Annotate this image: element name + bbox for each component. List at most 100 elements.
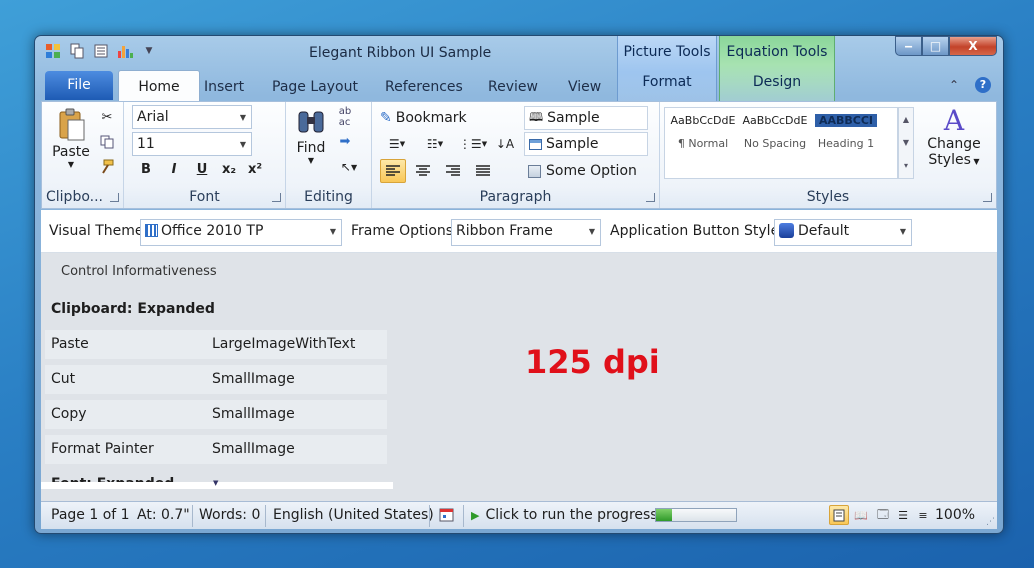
print-layout-view-icon[interactable] xyxy=(829,505,849,525)
paste-button[interactable]: Paste ▼ xyxy=(50,108,92,178)
tab-home[interactable]: Home xyxy=(118,70,200,102)
style-no-spacing[interactable]: AaBbCcDdE No Spacing xyxy=(741,114,809,150)
font-family-combo[interactable]: Arial ▼ xyxy=(132,105,252,129)
some-option-checkbox[interactable]: Some Option xyxy=(524,159,637,183)
customize-dropdown-icon[interactable]: ▼ xyxy=(141,43,157,59)
control-informativeness-header: Control Informativeness xyxy=(61,264,217,279)
underline-button[interactable]: U xyxy=(192,158,212,180)
outline-view-icon[interactable]: ☰ xyxy=(895,507,911,523)
select-pointer-icon[interactable]: ↖ ▼ xyxy=(334,158,364,176)
bookmark-label: Bookmark xyxy=(395,110,467,126)
calendar-icon[interactable] xyxy=(438,507,454,523)
status-at[interactable]: At: 0.7" xyxy=(137,507,190,523)
tab-references[interactable]: References xyxy=(385,76,463,98)
find-label: Find xyxy=(296,140,326,156)
book-icon: 🕮 xyxy=(529,109,544,124)
web-layout-view-icon[interactable]: 🗔 xyxy=(875,507,891,523)
resize-grip-icon[interactable]: ⋰ xyxy=(986,517,995,527)
group-font: Arial ▼ 11 ▼ B I U x₂ x² Font xyxy=(124,102,286,208)
play-icon: ▶ xyxy=(471,508,480,522)
style-normal-preview: AaBbCcDdE xyxy=(670,114,736,127)
justify-icon[interactable] xyxy=(470,159,496,183)
bold-button[interactable]: B xyxy=(136,158,156,180)
row-name: Paste xyxy=(51,336,89,352)
change-styles-label: Change xyxy=(927,136,981,152)
paragraph-launcher-icon[interactable] xyxy=(646,193,655,202)
status-words[interactable]: Words: 0 xyxy=(199,507,260,523)
bullets-icon[interactable]: ☰ ▼ xyxy=(380,134,414,154)
styles-launcher-icon[interactable] xyxy=(983,193,992,202)
table-row[interactable]: Cut SmallImage xyxy=(45,365,387,394)
paste-dropdown-icon: ▼ xyxy=(67,160,75,169)
table-row[interactable]: Format Painter SmallImage xyxy=(45,435,387,464)
style-normal[interactable]: AaBbCcDdE ¶ Normal xyxy=(669,114,737,150)
list-icon[interactable] xyxy=(93,43,109,59)
progress-bar xyxy=(655,508,737,522)
italic-button[interactable]: I xyxy=(164,158,184,180)
font-launcher-icon[interactable] xyxy=(272,193,281,202)
sample-input-2[interactable]: Sample xyxy=(524,132,648,156)
sample-input-1[interactable]: 🕮 Sample xyxy=(524,106,648,130)
group-clipboard: Paste ▼ ✂ Clipbo... xyxy=(42,102,124,208)
tab-file[interactable]: File xyxy=(45,71,113,100)
align-right-icon[interactable] xyxy=(440,159,466,183)
chart-icon[interactable] xyxy=(117,43,133,59)
superscript-button[interactable]: x² xyxy=(244,158,266,180)
minimize-ribbon-icon[interactable]: ⌃ xyxy=(949,78,959,92)
status-language[interactable]: English (United States) xyxy=(273,507,434,523)
options-bar: Visual Theme Office 2010 TP ▼ Frame Optio… xyxy=(41,210,997,253)
row-value: SmallImage xyxy=(212,441,295,457)
close-button[interactable]: X xyxy=(949,36,997,56)
app-button-style-label: Application Button Style xyxy=(610,223,780,239)
table-row[interactable]: Copy SmallImage xyxy=(45,400,387,429)
status-page[interactable]: Page 1 of 1 xyxy=(51,507,130,523)
styles-scroll[interactable]: ▲ ▼ ▾ xyxy=(898,107,914,179)
subscript-button[interactable]: x₂ xyxy=(218,158,240,180)
status-divider xyxy=(429,505,430,527)
app-button-style-select[interactable]: Default ▼ xyxy=(774,219,912,246)
visual-theme-select[interactable]: Office 2010 TP ▼ xyxy=(140,219,342,246)
zoom-level[interactable]: 100% xyxy=(935,507,975,523)
cut-icon[interactable]: ✂ xyxy=(98,108,116,126)
tab-insert[interactable]: Insert xyxy=(204,76,244,98)
minimize-button[interactable]: ‒ xyxy=(895,36,922,56)
app-menu-icon[interactable] xyxy=(45,43,61,59)
sort-icon[interactable]: ↓A xyxy=(494,134,516,154)
tab-review[interactable]: Review xyxy=(488,76,538,98)
maximize-button[interactable]: □ xyxy=(922,36,949,56)
align-center-icon[interactable] xyxy=(410,159,436,183)
bookmark-button[interactable]: ✎ Bookmark xyxy=(380,107,467,129)
replace-icon[interactable]: ab ac xyxy=(334,106,356,128)
table-row[interactable]: Paste LargeImageWithText xyxy=(45,330,387,359)
clipboard-launcher-icon[interactable] xyxy=(110,193,119,202)
copy-icon[interactable] xyxy=(69,43,85,59)
style-heading-1-preview: AABBCCI xyxy=(815,114,877,127)
row-value: SmallImage xyxy=(212,406,295,422)
multilevel-list-icon[interactable]: ⋮☰ ▼ xyxy=(456,134,490,154)
help-icon[interactable]: ? xyxy=(975,77,991,93)
styles-group-label: Styles xyxy=(806,189,850,205)
reading-view-icon[interactable]: 📖 xyxy=(853,507,869,523)
go-to-arrow-icon[interactable]: ➡ xyxy=(334,132,356,150)
run-progress-button[interactable]: ▶ Click to run the progress xyxy=(471,507,658,523)
quick-access-toolbar: ▼ xyxy=(45,43,157,59)
format-painter-icon[interactable] xyxy=(98,158,116,176)
tab-view[interactable]: View xyxy=(568,76,601,98)
font-size-combo[interactable]: 11 ▼ xyxy=(132,132,252,156)
styles-gallery: AaBbCcDdE ¶ Normal AaBbCcDdE No Spacing … xyxy=(664,107,898,179)
app-window: ▼ Elegant Ribbon UI Sample ‒ □ X Picture… xyxy=(34,35,1004,534)
find-button[interactable]: Find ▼ xyxy=(292,108,330,176)
section-clipboard: Clipboard: Expanded xyxy=(51,301,215,317)
frame-options-select[interactable]: Ribbon Frame ▼ xyxy=(451,219,601,246)
style-heading-1[interactable]: AABBCCI Heading 1 xyxy=(815,114,877,150)
tab-page-layout[interactable]: Page Layout xyxy=(272,76,358,98)
numbering-icon[interactable]: ☷ ▼ xyxy=(418,134,452,154)
change-styles-button[interactable]: A Change Styles ▼ xyxy=(918,106,990,186)
draft-view-icon[interactable]: ≡ xyxy=(915,507,931,523)
align-left-button[interactable] xyxy=(380,159,406,183)
copy-small-icon[interactable] xyxy=(98,133,116,151)
scroll-down-icon[interactable]: ▼ xyxy=(213,479,218,487)
dpi-label: 125 dpi xyxy=(525,343,660,381)
some-option-label: Some Option xyxy=(546,163,637,179)
visual-theme-value: Office 2010 TP xyxy=(161,223,264,239)
